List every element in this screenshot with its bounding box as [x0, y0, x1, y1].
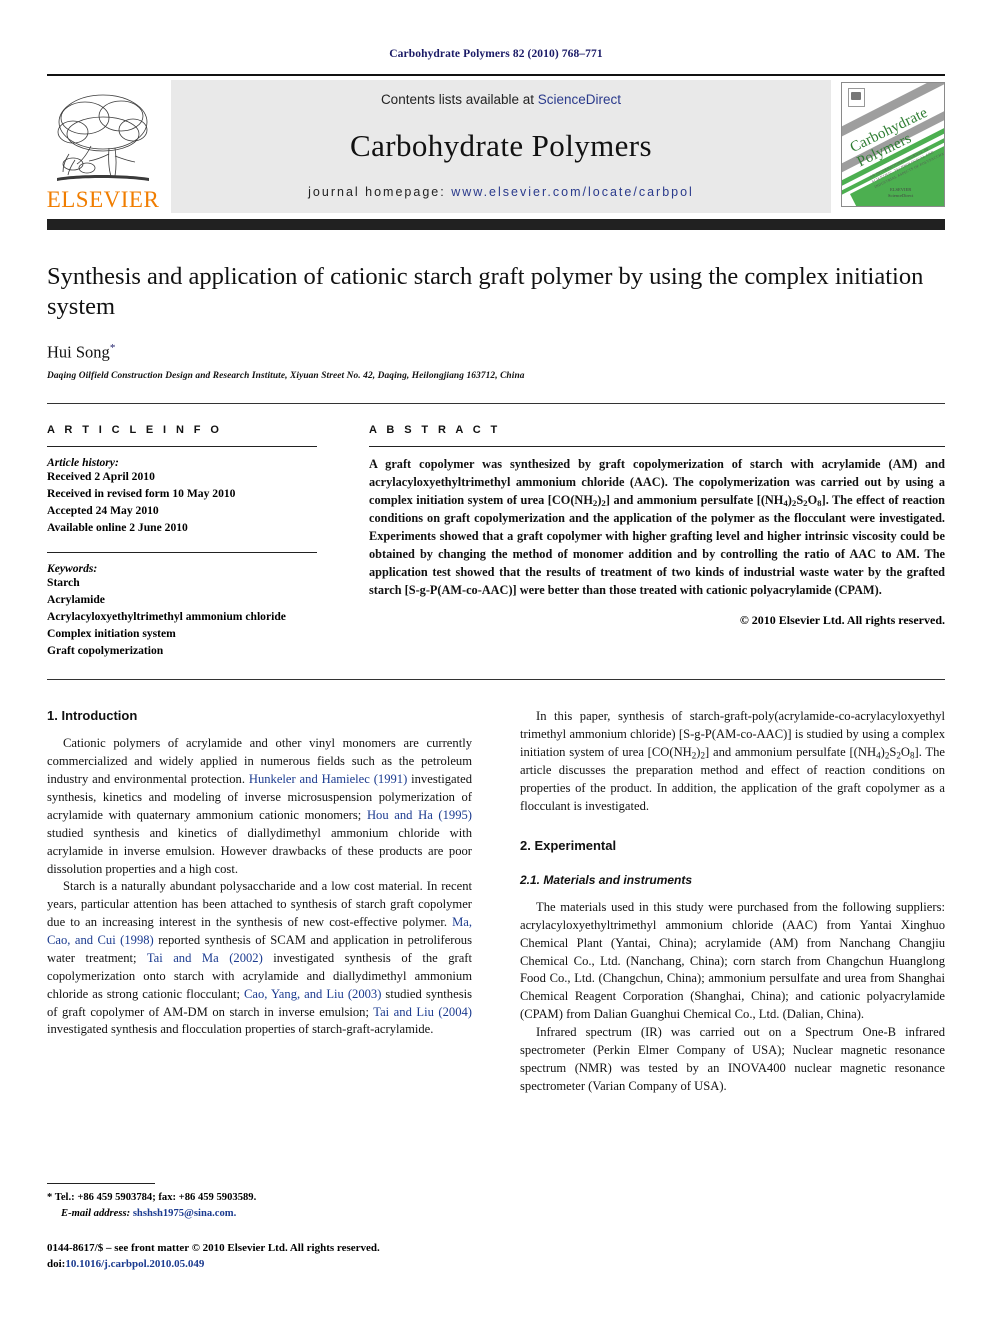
history-item: Received 2 April 2010: [47, 470, 155, 484]
body-columns: 1. Introduction Cationic polymers of acr…: [47, 708, 945, 1095]
subsection-heading-materials: 2.1. Materials and instruments: [520, 872, 693, 887]
article-info-rule: [47, 446, 317, 448]
info-abstract-row: A R T I C L E I N F O Article history: R…: [47, 424, 945, 659]
article-history-label: Article history:: [47, 456, 119, 470]
intro-paragraph-2: Starch is a naturally abundant polysacch…: [47, 879, 472, 1037]
elsevier-logo: ELSEVIER: [47, 80, 159, 213]
elsevier-wordmark: ELSEVIER: [46, 187, 160, 212]
abstract-text: A graft copolymer was synthesized by gra…: [369, 457, 945, 598]
journal-cover-thumbnail: Carbohydrate Polymers AN INTERNATIONAL J…: [841, 82, 945, 207]
corresponding-author-mark: *: [109, 341, 116, 354]
journal-homepage-line: journal homepage: www.elsevier.com/locat…: [308, 185, 694, 199]
materials-paragraph-2: Infrared spectrum (IR) was carried out o…: [520, 1025, 945, 1093]
email-address-link[interactable]: shshsh1975@sina.com.: [133, 1208, 236, 1219]
title-block: Synthesis and application of cationic st…: [47, 230, 945, 381]
citation-link[interactable]: Hou and Ha (1995): [367, 808, 472, 822]
contents-available-line: Contents lists available at ScienceDirec…: [381, 92, 621, 107]
keyword-item: Acrylamide: [47, 593, 105, 607]
page-title: Synthesis and application of cationic st…: [47, 263, 924, 320]
abstract-rule: [369, 446, 945, 448]
history-item: Available online 2 June 2010: [47, 520, 188, 534]
citation-link[interactable]: Ma, Cao, and Cui (1998): [47, 915, 472, 947]
intro-paragraph-1: Cationic polymers of acrylamide and othe…: [47, 736, 472, 876]
footnote-tel: * Tel.: +86 459 5903784; fax: +86 459 59…: [47, 1192, 257, 1204]
history-item: Accepted 24 May 2010: [47, 503, 159, 517]
citation-link[interactable]: Tai and Liu (2004): [373, 1005, 472, 1019]
citation-link[interactable]: Hunkeler and Hamielec (1991): [249, 772, 407, 786]
email-address-label: E-mail address:: [61, 1207, 131, 1219]
cover-artwork: Carbohydrate Polymers AN INTERNATIONAL J…: [842, 83, 944, 206]
author-name: Hui Song: [47, 342, 110, 362]
keyword-item: Starch: [47, 576, 80, 590]
doi-link[interactable]: 10.1016/j.carbpol.2010.05.049: [65, 1258, 204, 1270]
affiliation: Daqing Oilfield Construction Design and …: [47, 371, 525, 382]
citation-link[interactable]: Tai and Ma (2002): [147, 951, 263, 965]
abstract-heading: A B S T R A C T: [369, 424, 501, 437]
article-history-list: Received 2 April 2010 Received in revise…: [47, 469, 317, 536]
paper-page: Carbohydrate Polymers 82 (2010) 768–771: [0, 0, 992, 1323]
abstract-copyright: © 2010 Elsevier Ltd. All rights reserved…: [739, 613, 945, 628]
keywords-rule: [47, 552, 317, 554]
doi-label: doi:: [47, 1258, 66, 1271]
footnote-area: * Tel.: +86 459 5903784; fax: +86 459 59…: [47, 1183, 472, 1273]
section-heading-introduction: 1. Introduction: [47, 708, 138, 724]
info-section-top-rule: [47, 403, 945, 405]
author-line: Hui Song*: [47, 342, 945, 363]
keyword-item: Acrylacyloxyethyltrimethyl ammonium chlo…: [47, 610, 286, 624]
keyword-item: Complex initiation system: [47, 626, 176, 640]
history-item: Received in revised form 10 May 2010: [47, 487, 236, 501]
body-column-left: 1. Introduction Cationic polymers of acr…: [47, 708, 472, 1095]
info-section-bottom-rule: [47, 679, 945, 681]
contents-prefix: Contents lists available at: [380, 92, 538, 107]
intro-paragraph-3: In this paper, synthesis of starch-graft…: [520, 709, 945, 814]
masthead-top-rule: [47, 74, 945, 76]
cover-footer-logo: ELSEVIER ScienceDirect: [888, 187, 914, 199]
materials-paragraph-1: The materials used in this study were pu…: [520, 899, 945, 1022]
running-head: Carbohydrate Polymers 82 (2010) 768–771: [389, 48, 603, 60]
keywords-label: Keywords:: [47, 562, 98, 576]
doi-line: doi:10.1016/j.carbpol.2010.05.049: [47, 1257, 472, 1273]
keyword-item: Graft copolymerization: [47, 643, 164, 657]
footnote-email-line: E-mail address: shshsh1975@sina.com.: [47, 1206, 472, 1221]
cover-elsevier-mark: [848, 88, 865, 107]
article-info-heading: A R T I C L E I N F O: [47, 424, 223, 437]
keywords-block: Keywords: Starch Acrylamide Acrylacyloxy…: [47, 562, 317, 659]
citation-link[interactable]: Cao, Yang, and Liu (2003): [244, 987, 381, 1001]
issn-block: 0144-8617/$ – see front matter © 2010 El…: [47, 1241, 472, 1273]
keywords-list: Starch Acrylamide Acrylacyloxyethyltrime…: [47, 575, 317, 659]
article-info-column: A R T I C L E I N F O Article history: R…: [47, 424, 317, 659]
issn-line: 0144-8617/$ – see front matter © 2010 El…: [47, 1242, 380, 1255]
section-heading-experimental: 2. Experimental: [520, 837, 617, 853]
footnote-rule: [47, 1183, 155, 1185]
homepage-prefix: journal homepage:: [308, 185, 452, 199]
journal-title: Carbohydrate Polymers: [350, 128, 652, 163]
elsevier-tree-icon: [51, 88, 155, 188]
journal-band: Contents lists available at ScienceDirec…: [171, 80, 831, 213]
body-column-right: In this paper, synthesis of starch-graft…: [520, 708, 945, 1095]
abstract-column: A B S T R A C T A graft copolymer was sy…: [369, 424, 945, 659]
journal-masthead: ELSEVIER Contents lists available at Sci…: [47, 80, 945, 213]
masthead-dark-bar: [47, 219, 945, 230]
sciencedirect-link[interactable]: ScienceDirect: [538, 92, 621, 107]
journal-homepage-link[interactable]: www.elsevier.com/locate/carbpol: [451, 185, 694, 199]
